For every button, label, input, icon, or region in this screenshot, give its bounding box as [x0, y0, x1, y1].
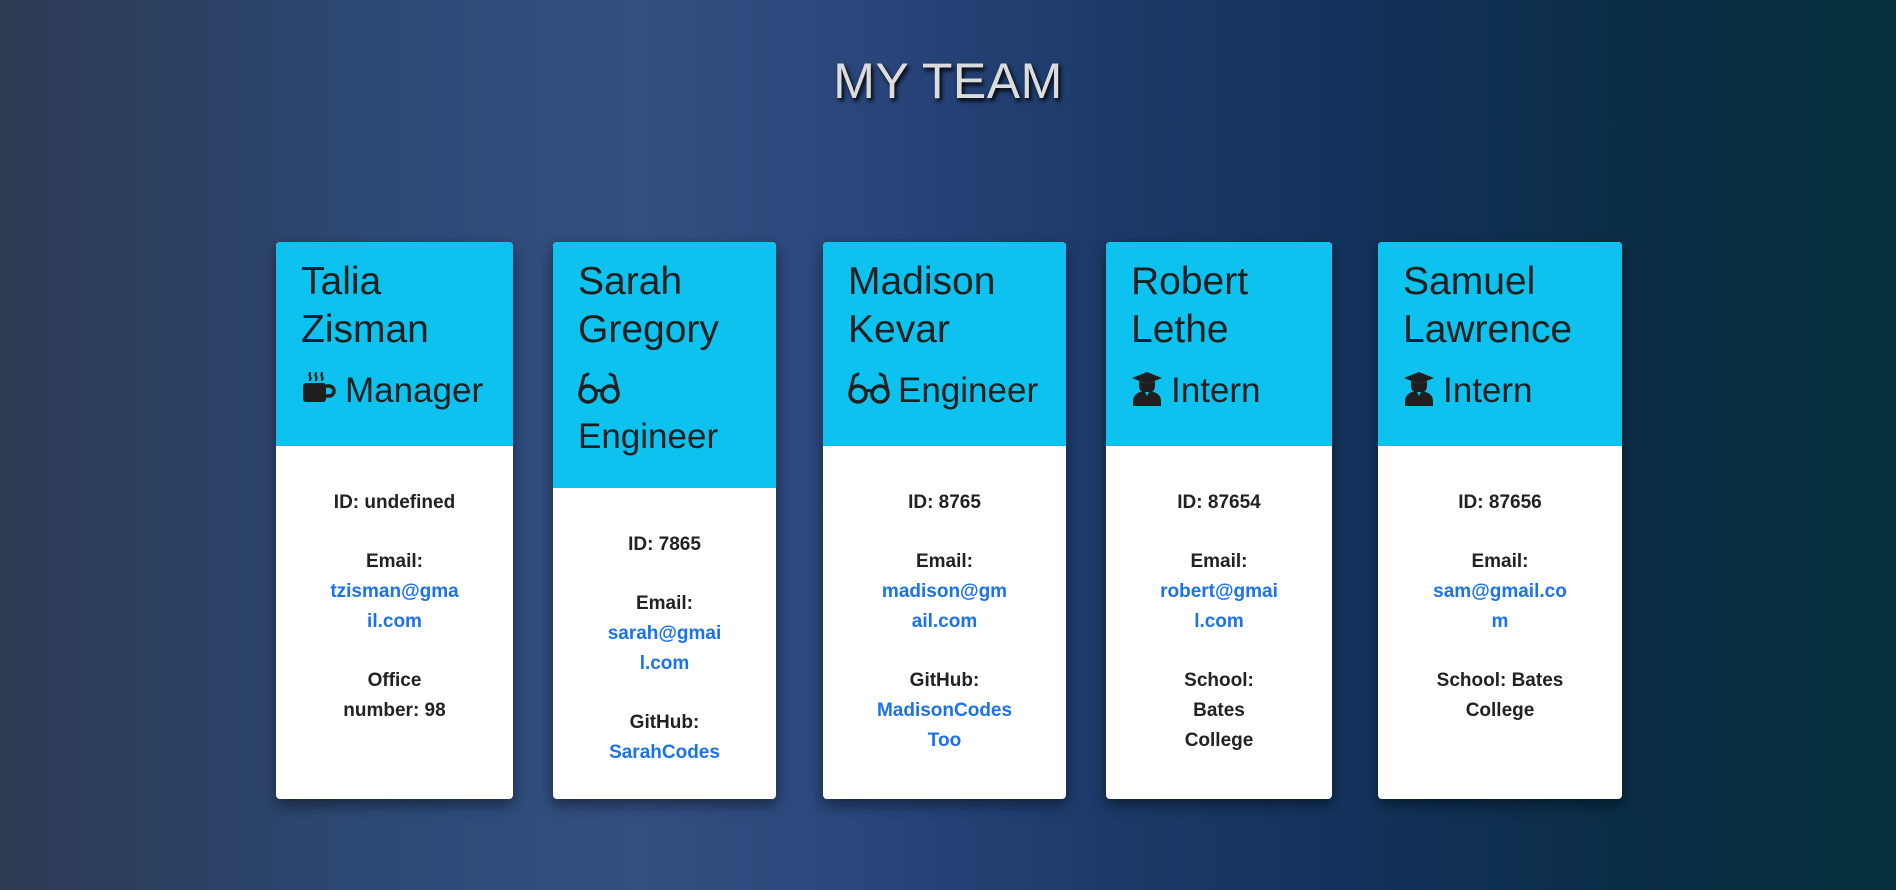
last-name: Lethe: [1131, 308, 1229, 351]
github: GitHub: MadisonCodes Too: [847, 666, 1042, 756]
email-label: Email:: [1190, 551, 1248, 572]
first-name: Robert: [1131, 260, 1249, 303]
first-name: Talia: [301, 260, 382, 303]
employee-card-intern: Robert Lethe Intern ID: 87654 Email: rob…: [1106, 242, 1332, 799]
employee-email: Email: sam@gmail.co m: [1402, 547, 1598, 637]
github: GitHub: SarahCodes: [577, 708, 752, 768]
employee-card-intern: Samuel Lawrence Intern ID: 87656 Email: …: [1378, 242, 1622, 799]
employee-role: Intern: [1131, 370, 1308, 416]
employee-email: Email: sarah@gmai l.com: [577, 589, 752, 679]
employee-email: Email: robert@gmai l.com: [1130, 547, 1308, 637]
role-label: Manager: [345, 371, 484, 410]
email-link[interactable]: sarah@gmai l.com: [608, 623, 722, 674]
email-link[interactable]: madison@gm ail.com: [882, 581, 1007, 632]
last-name: Gregory: [578, 308, 719, 351]
last-name: Lawrence: [1403, 308, 1573, 351]
last-name: Zisman: [301, 308, 429, 351]
graduate-icon: [1131, 370, 1163, 416]
employee-role: Engineer: [578, 370, 752, 458]
employee-id: ID: 87654: [1177, 492, 1261, 513]
role-label: Intern: [1443, 371, 1533, 410]
card-header: Madison Kevar Engineer: [823, 242, 1066, 446]
card-header: Samuel Lawrence Intern: [1378, 242, 1622, 446]
github-link[interactable]: MadisonCodes Too: [877, 700, 1012, 751]
first-name: Madison: [848, 260, 996, 303]
coffee-mug-icon: [301, 370, 337, 416]
card-header: Robert Lethe Intern: [1106, 242, 1332, 446]
role-label: Engineer: [578, 417, 719, 456]
employee-role: Manager: [301, 370, 489, 416]
email-label: Email:: [635, 593, 694, 614]
card-body: ID: 7865 Email: sarah@gmai l.com GitHub: …: [553, 488, 776, 799]
page-title: MY TEAM: [833, 53, 1063, 109]
employee-name: Robert Lethe: [1131, 258, 1308, 354]
employee-email: Email: madison@gm ail.com: [847, 547, 1042, 637]
school: School: Bates College: [1436, 670, 1564, 721]
employee-id: ID: undefined: [333, 492, 456, 513]
first-name: Samuel: [1403, 260, 1536, 303]
card-body: ID: 87654 Email: robert@gmai l.com School…: [1106, 446, 1332, 799]
employee-name: Madison Kevar: [848, 258, 1042, 354]
employee-id: ID: 8765: [908, 492, 981, 513]
email-label: Email:: [365, 551, 424, 572]
employee-role: Engineer: [848, 370, 1042, 416]
email-label: Email:: [915, 551, 974, 572]
role-label: Intern: [1171, 371, 1261, 410]
employee-card-engineer: Sarah Gregory Engineer ID: 7865 Email: s…: [553, 242, 776, 799]
email-label: Email:: [1471, 551, 1529, 572]
employee-name: Samuel Lawrence: [1403, 258, 1598, 354]
employee-id: ID: 87656: [1458, 492, 1542, 513]
card-body: ID: 87656 Email: sam@gmail.co m School: B…: [1378, 446, 1622, 775]
card-header: Sarah Gregory Engineer: [553, 242, 776, 488]
role-label: Engineer: [898, 371, 1039, 410]
employee-role: Intern: [1403, 370, 1598, 416]
school: School: Bates College: [1184, 670, 1254, 751]
email-link[interactable]: sam@gmail.co m: [1433, 581, 1567, 632]
graduate-icon: [1403, 370, 1435, 416]
email-link[interactable]: robert@gmai l.com: [1160, 581, 1278, 632]
employee-card-manager: Talia Zisman Manager ID: undefined Email…: [276, 242, 513, 799]
employee-id: ID: 7865: [628, 534, 701, 555]
glasses-icon: [848, 370, 890, 416]
github-label: GitHub:: [629, 712, 700, 733]
first-name: Sarah: [578, 260, 683, 303]
email-link[interactable]: tzisman@gma il.com: [330, 581, 458, 632]
employee-card-engineer: Madison Kevar Engineer ID: 8765 Email: m…: [823, 242, 1066, 799]
github-link[interactable]: SarahCodes: [609, 742, 720, 763]
card-header: Talia Zisman Manager: [276, 242, 513, 446]
last-name: Kevar: [848, 308, 950, 351]
glasses-icon: [578, 370, 620, 416]
card-body: ID: undefined Email: tzisman@gma il.com O…: [276, 446, 513, 775]
employee-name: Talia Zisman: [301, 258, 489, 354]
github-label: GitHub:: [909, 670, 980, 691]
employee-email: Email: tzisman@gma il.com: [300, 547, 489, 637]
employee-name: Sarah Gregory: [578, 258, 752, 354]
card-body: ID: 8765 Email: madison@gm ail.com GitHub…: [823, 446, 1066, 799]
office-number: Office number: 98: [343, 670, 446, 721]
